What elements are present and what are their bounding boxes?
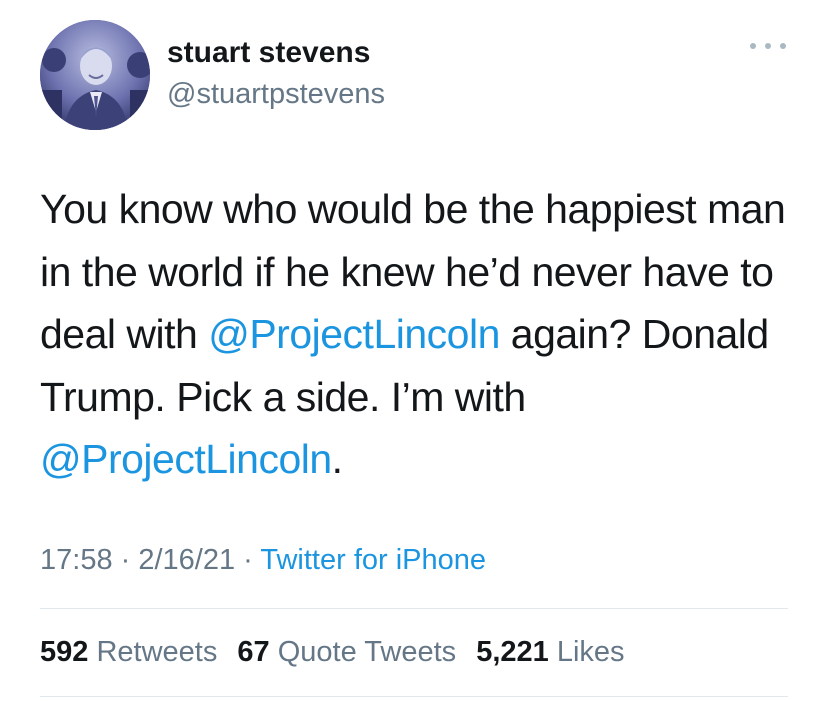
user-handle[interactable]: @stuartpstevens xyxy=(167,78,385,111)
mention-link[interactable]: @ProjectLincoln xyxy=(208,311,500,357)
display-name[interactable]: stuart stevens xyxy=(167,36,370,70)
more-dot xyxy=(780,43,786,49)
avatar-photo xyxy=(40,20,150,130)
tweet-meta: 17:58 · 2/16/21 · Twitter for iPhone xyxy=(40,544,486,577)
retweets-stat[interactable]: 592 Retweets xyxy=(40,636,217,668)
tweet-time[interactable]: 17:58 xyxy=(40,544,113,576)
quote-tweets-count: 67 xyxy=(237,636,270,668)
tweet-source-link[interactable]: Twitter for iPhone xyxy=(260,544,486,576)
retweets-label: Retweets xyxy=(96,636,218,668)
meta-separator: · xyxy=(112,544,139,576)
tweet-date[interactable]: 2/16/21 xyxy=(138,544,235,576)
meta-separator: · xyxy=(235,544,261,576)
more-horizontal-icon[interactable] xyxy=(750,36,786,56)
tweet-text-segment: . xyxy=(331,436,343,482)
likes-count: 5,221 xyxy=(476,636,549,668)
avatar[interactable] xyxy=(40,20,150,130)
likes-stat[interactable]: 5,221 Likes xyxy=(476,636,624,668)
quote-tweets-stat[interactable]: 67 Quote Tweets xyxy=(237,636,456,668)
more-dot xyxy=(765,43,771,49)
tweet-text: You know who would be the happiest man i… xyxy=(40,178,800,491)
quote-tweets-label: Quote Tweets xyxy=(277,636,457,668)
tweet-stats: 592 Retweets 67 Quote Tweets 5,221 Likes xyxy=(40,636,625,669)
retweets-count: 592 xyxy=(40,636,89,668)
more-dot xyxy=(750,43,756,49)
mention-link[interactable]: @ProjectLincoln xyxy=(40,436,332,482)
divider xyxy=(40,696,788,697)
divider xyxy=(40,608,788,609)
likes-label: Likes xyxy=(556,636,625,668)
